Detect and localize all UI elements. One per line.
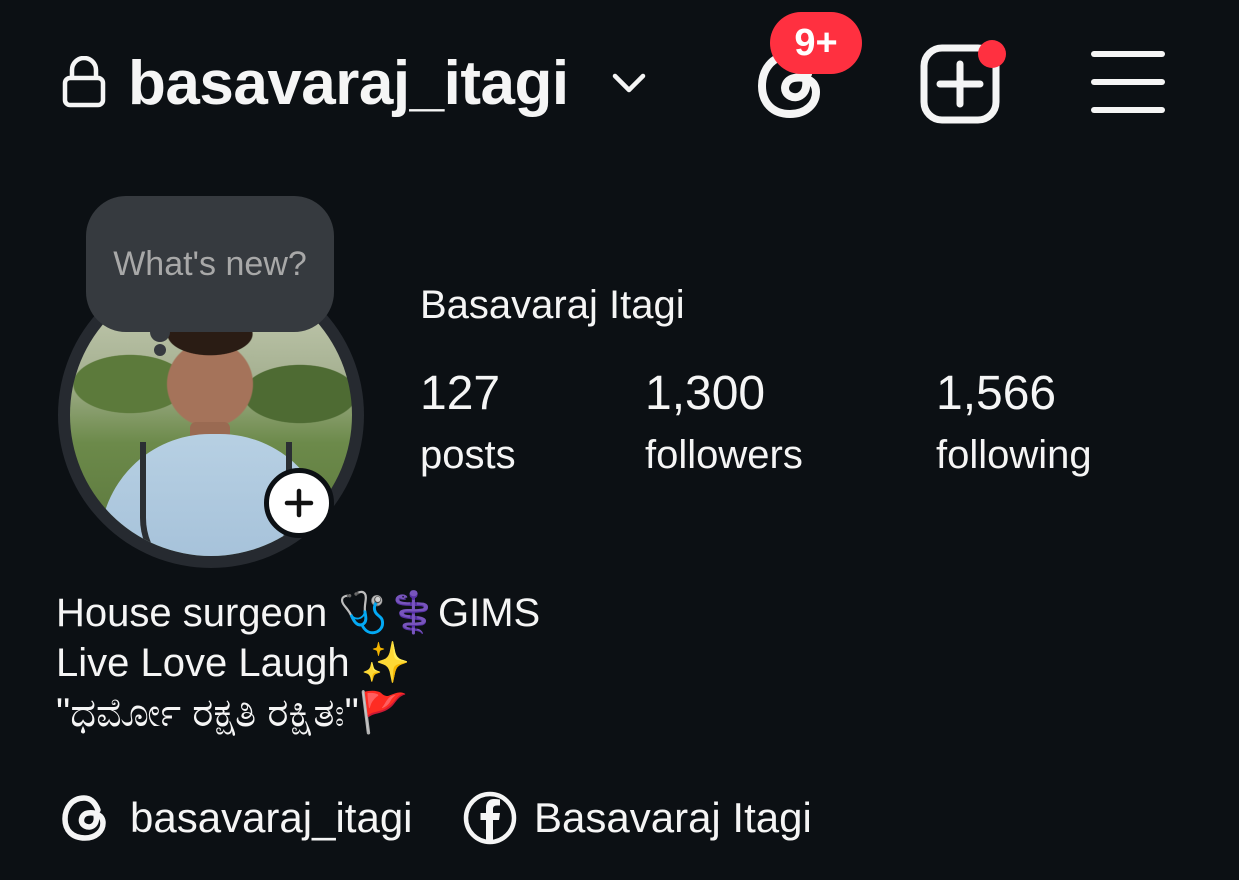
stat-followers[interactable]: 1,300 followers	[645, 364, 803, 482]
bio-line: Live Love Laugh ✨	[56, 641, 411, 685]
stat-value: 1,300	[645, 367, 766, 420]
facebook-profile-link[interactable]: Basavaraj Itagi	[462, 786, 812, 850]
stat-following[interactable]: 1,566 following	[936, 364, 1092, 482]
note-bubble-tail	[150, 322, 170, 342]
stat-value: 1,566	[936, 367, 1057, 420]
note-bubble-tail-small	[154, 344, 166, 356]
stat-posts[interactable]: 127 posts	[420, 364, 516, 482]
account-username[interactable]: basavaraj_itagi	[128, 46, 569, 122]
threads-icon	[62, 795, 106, 841]
bio-line: House surgeon 🩺⚕️GIMS	[56, 591, 541, 635]
bio-line: "ಧರ್ಮೋ ರಕ್ಷತಿ ರಕ್ಷಿತಃ"🚩	[56, 691, 409, 735]
display-name: Basavaraj Itagi	[420, 283, 685, 327]
hamburger-menu-icon[interactable]	[1090, 48, 1166, 116]
plus-icon	[284, 488, 314, 518]
note-bubble[interactable]: What's new?	[86, 196, 334, 332]
threads-profile-link[interactable]: basavaraj_itagi	[58, 786, 413, 850]
facebook-icon	[463, 791, 517, 845]
facebook-link-label: Basavaraj Itagi	[534, 794, 812, 841]
bio: House surgeon 🩺⚕️GIMS Live Love Laugh ✨ …	[56, 588, 540, 738]
stat-label: posts	[420, 433, 516, 477]
create-notification-dot	[978, 40, 1006, 68]
stat-label: followers	[645, 433, 803, 477]
stat-label: following	[936, 433, 1092, 477]
add-story-button[interactable]	[264, 468, 334, 538]
stat-value: 127	[420, 367, 501, 420]
threads-notification-badge: 9+	[770, 12, 862, 74]
lock-icon	[62, 56, 106, 108]
threads-link-label: basavaraj_itagi	[130, 794, 413, 841]
note-placeholder: What's new?	[113, 244, 307, 283]
chevron-down-icon[interactable]	[610, 68, 648, 98]
